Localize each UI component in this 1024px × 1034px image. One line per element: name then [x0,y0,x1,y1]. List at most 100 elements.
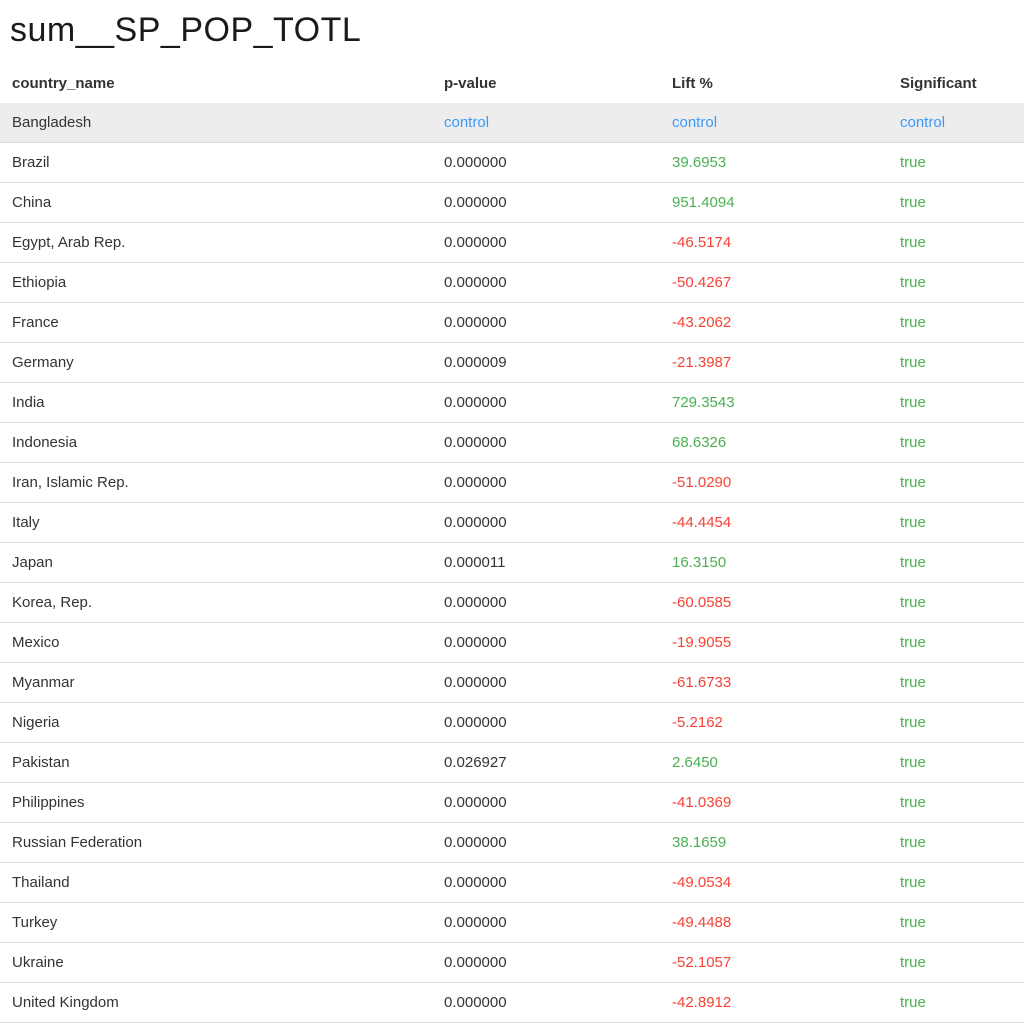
country-cell: Brazil [0,143,432,183]
lift-cell: 951.4094 [660,183,888,223]
p-value-cell: 0.000000 [432,983,660,1023]
significant-cell: true [888,983,1024,1023]
lift-cell: -21.3987 [660,343,888,383]
significant-cell: true [888,943,1024,983]
country-cell: Japan [0,543,432,583]
p-value-cell: 0.000000 [432,583,660,623]
table-row: Brazil0.00000039.6953true [0,143,1024,183]
table-row: Iran, Islamic Rep.0.000000-51.0290true [0,463,1024,503]
p-value-cell: 0.000000 [432,383,660,423]
significant-cell: true [888,543,1024,583]
table-row: Myanmar0.000000-61.6733true [0,663,1024,703]
country-cell: Ethiopia [0,263,432,303]
table-row: Korea, Rep.0.000000-60.0585true [0,583,1024,623]
p-value-cell: 0.000000 [432,783,660,823]
lift-cell: -44.4454 [660,503,888,543]
p-value-cell: 0.000000 [432,863,660,903]
country-cell: Iran, Islamic Rep. [0,463,432,503]
table-row: Pakistan0.0269272.6450true [0,743,1024,783]
significant-cell: true [888,743,1024,783]
p-value-cell: 0.000000 [432,183,660,223]
p-value-cell: 0.000000 [432,943,660,983]
significant-cell: true [888,303,1024,343]
p-value-cell: 0.000000 [432,263,660,303]
p-value-cell: 0.000000 [432,423,660,463]
table-row: Ethiopia0.000000-50.4267true [0,263,1024,303]
lift-cell: 38.1659 [660,823,888,863]
control-link[interactable]: control [444,114,489,131]
p-value-cell: 0.000000 [432,223,660,263]
country-cell: Thailand [0,863,432,903]
table-row: Nigeria0.000000-5.2162true [0,703,1024,743]
table-row-control: Bangladeshcontrolcontrolcontrol [0,103,1024,143]
lift-cell: 39.6953 [660,143,888,183]
table-row: Japan0.00001116.3150true [0,543,1024,583]
p-value-cell: 0.000000 [432,903,660,943]
page-title: sum__SP_POP_TOTL [10,10,1014,50]
p-value-cell: 0.000000 [432,623,660,663]
table-row: Mexico0.000000-19.9055true [0,623,1024,663]
lift-cell: 2.6450 [660,743,888,783]
table-row: France0.000000-43.2062true [0,303,1024,343]
country-cell: Russian Federation [0,823,432,863]
p-value-cell: 0.000000 [432,663,660,703]
lift-cell: -52.1057 [660,943,888,983]
lift-cell: -61.6733 [660,663,888,703]
country-cell: Korea, Rep. [0,583,432,623]
header-row: country_name p-value Lift % Significant [0,64,1024,103]
p-value-cell: 0.000000 [432,143,660,183]
significant-cell: control [888,103,1024,143]
lift-cell: -41.0369 [660,783,888,823]
p-value-cell: control [432,103,660,143]
column-header-lift-percent: Lift % [660,64,888,103]
lift-cell: 68.6326 [660,423,888,463]
control-link[interactable]: control [672,114,717,131]
country-cell: Philippines [0,783,432,823]
lift-cell: -46.5174 [660,223,888,263]
lift-cell: -19.9055 [660,623,888,663]
country-cell: China [0,183,432,223]
table-body: BangladeshcontrolcontrolcontrolBrazil0.0… [0,103,1024,1023]
lift-cell: -50.4267 [660,263,888,303]
significant-cell: true [888,583,1024,623]
country-cell: Pakistan [0,743,432,783]
country-cell: United Kingdom [0,983,432,1023]
country-cell: Ukraine [0,943,432,983]
country-cell: Egypt, Arab Rep. [0,223,432,263]
country-cell: Myanmar [0,663,432,703]
table-row: Ukraine0.000000-52.1057true [0,943,1024,983]
p-value-cell: 0.000009 [432,343,660,383]
table-row: Russian Federation0.00000038.1659true [0,823,1024,863]
control-link[interactable]: control [900,114,945,131]
table-header: country_name p-value Lift % Significant [0,64,1024,103]
country-cell: Turkey [0,903,432,943]
column-header-significant: Significant [888,64,1024,103]
significant-cell: true [888,143,1024,183]
significant-cell: true [888,223,1024,263]
lift-cell: -51.0290 [660,463,888,503]
significant-cell: true [888,623,1024,663]
significant-cell: true [888,263,1024,303]
significant-cell: true [888,463,1024,503]
table-row: Indonesia0.00000068.6326true [0,423,1024,463]
table-row: Italy0.000000-44.4454true [0,503,1024,543]
significant-cell: true [888,863,1024,903]
significant-cell: true [888,343,1024,383]
lift-cell: -60.0585 [660,583,888,623]
column-header-country-name: country_name [0,64,432,103]
significant-cell: true [888,823,1024,863]
significant-cell: true [888,903,1024,943]
p-value-cell: 0.000000 [432,303,660,343]
country-cell: Indonesia [0,423,432,463]
country-cell: Mexico [0,623,432,663]
lift-cell: -5.2162 [660,703,888,743]
lift-cell: -49.4488 [660,903,888,943]
page: sum__SP_POP_TOTL country_name p-value Li… [0,10,1024,1034]
p-value-cell: 0.000000 [432,823,660,863]
table-row: Germany0.000009-21.3987true [0,343,1024,383]
p-value-cell: 0.000000 [432,503,660,543]
table-row: Turkey0.000000-49.4488true [0,903,1024,943]
p-value-cell: 0.026927 [432,743,660,783]
lift-cell: -43.2062 [660,303,888,343]
table-row: India0.000000729.3543true [0,383,1024,423]
